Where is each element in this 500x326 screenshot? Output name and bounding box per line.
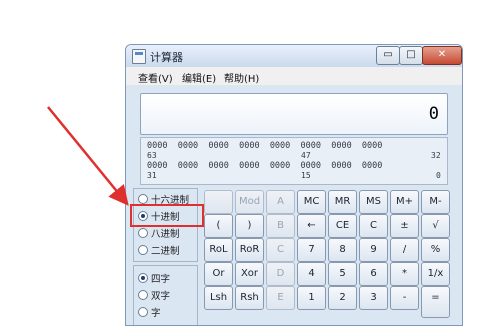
arrow-line [47,106,129,206]
red-arrow-annotation [47,106,129,206]
